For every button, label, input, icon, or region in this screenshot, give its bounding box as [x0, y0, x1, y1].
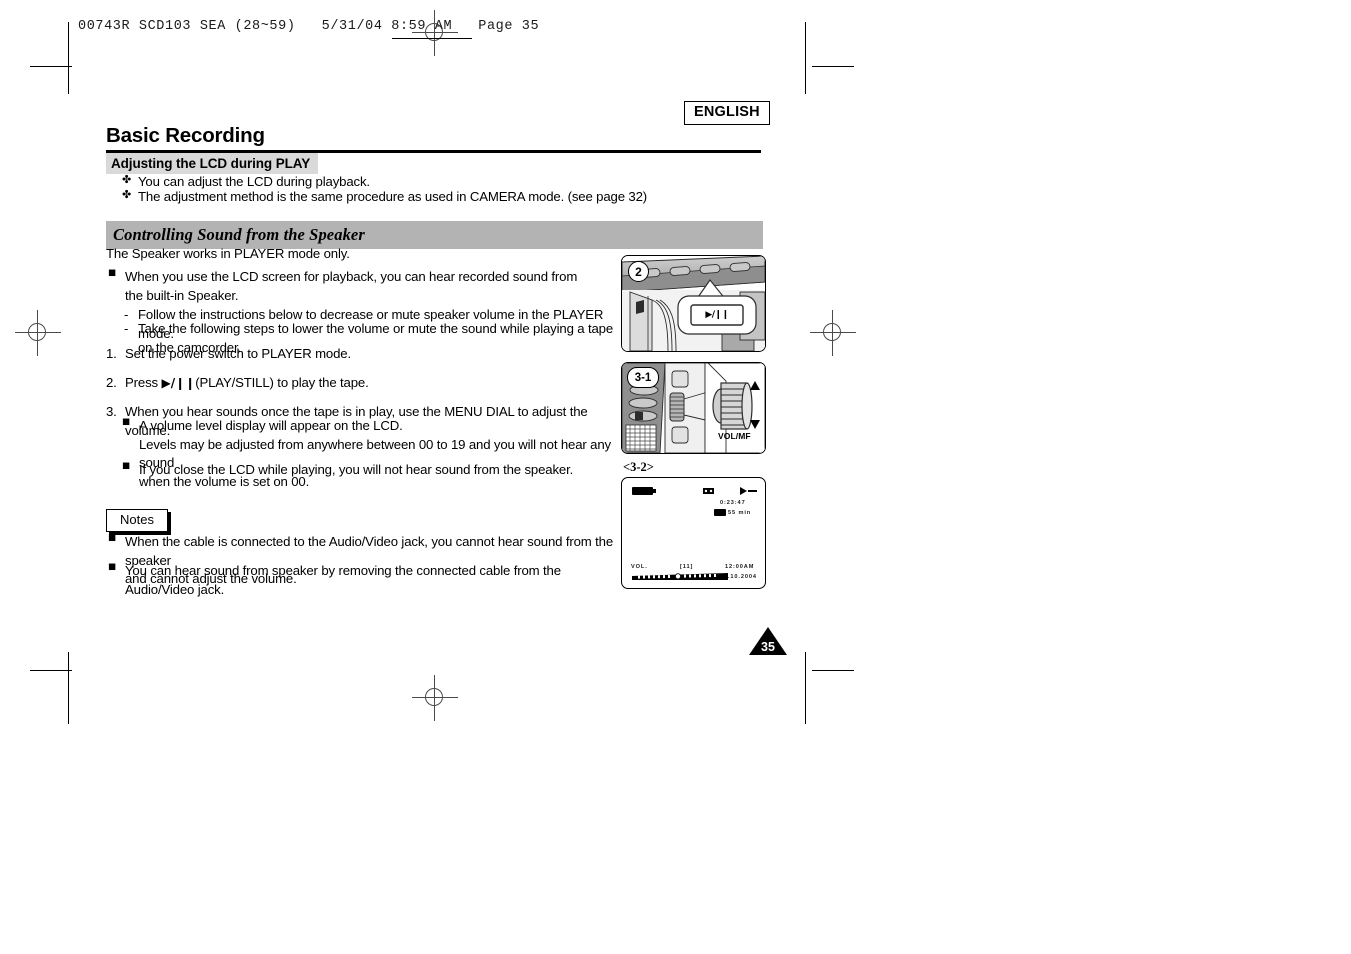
- figure-play-still: ▶/❙❙ 2: [621, 255, 766, 352]
- crop-mark-top-left-vertical: [68, 22, 69, 94]
- square-bullet-icon: ■: [108, 562, 117, 572]
- play-indicator-icon: [740, 487, 757, 495]
- slug-underline: [392, 38, 472, 39]
- page-number: 35: [761, 640, 775, 654]
- clover-icon: ✤: [122, 188, 132, 201]
- speaker-lead-bullet: ■ When you use the LCD screen for playba…: [108, 268, 618, 305]
- step-3-sub-bullet-1: ■ A volume level display will appear on …: [122, 417, 622, 492]
- figure-badge-2: 2: [628, 261, 649, 282]
- square-bullet-icon: ■: [122, 461, 131, 471]
- step-1-number: 1.: [106, 346, 117, 361]
- notes-label-box: Notes: [106, 509, 168, 532]
- tape-icon: [703, 488, 714, 494]
- print-job-slug: 00743R SCD103 SEA (28~59) 5/31/04 8:59 A…: [78, 19, 540, 34]
- lcd-vol-level: [11]: [680, 564, 694, 570]
- step-3-sub-bullet-2: ■ If you close the LCD while playing, yo…: [122, 461, 622, 480]
- note-item-2: ■ You can hear sound from speaker by rem…: [108, 562, 618, 599]
- registration-mark-right: [810, 310, 856, 356]
- registration-mark-left: [15, 310, 61, 356]
- dial-label-vol-mf: VOL/MF: [718, 431, 751, 441]
- figure-caption-3-2: <3-2>: [623, 460, 654, 474]
- tape-remaining-icon: [714, 509, 726, 516]
- crop-mark-bottom-right-horizontal: [812, 670, 854, 671]
- crop-mark-top-right-vertical: [805, 22, 806, 94]
- figure-badge-3-1: 3-1: [627, 367, 659, 388]
- step-2-text-after: (PLAY/STILL) to play the tape.: [195, 375, 369, 390]
- square-bullet-icon: ■: [122, 417, 131, 427]
- speaker-step-1: 1. Set the power switch to PLAYER mode.: [106, 345, 606, 364]
- speaker-lead-line-2: the built-in Speaker.: [125, 287, 239, 303]
- speaker-lead-line-1: When you use the LCD screen for playback…: [125, 269, 578, 284]
- language-badge: ENGLISH: [684, 101, 770, 125]
- note-item-2-line-1: You can hear sound from speaker by remov…: [125, 563, 561, 597]
- crop-mark-bottom-left-horizontal: [30, 670, 72, 671]
- lcd-bullet-2: ✤ The adjustment method is the same proc…: [122, 188, 662, 207]
- lcd-vol-label: VOL.: [631, 564, 648, 570]
- volume-level-bar: [632, 573, 728, 580]
- speaker-intro-text: The Speaker works in PLAYER mode only.: [106, 246, 350, 261]
- page-title: Basic Recording: [106, 124, 265, 147]
- registration-mark-bottom: [412, 675, 458, 721]
- speaker-sub-item-2-text: Take the following steps to lower the vo…: [138, 321, 614, 336]
- step-3-sub-bullet-1-text: A volume level display will appear on th…: [139, 418, 403, 433]
- lcd-tape-remaining: 55 min: [728, 510, 752, 516]
- lcd-timecode: 0:23:47: [720, 500, 746, 506]
- square-bullet-icon: ■: [108, 268, 117, 278]
- step-3-sub-bullet-2-text: If you close the LCD while playing, you …: [139, 462, 574, 477]
- step-2-number: 2.: [106, 375, 117, 390]
- step-2-text-before: Press: [125, 375, 162, 390]
- lcd-clock: 12:00AM: [725, 564, 755, 570]
- figure-lcd-display: 0:23:47 55 min VOL. [11] 12:00AM JAN.10.…: [621, 477, 766, 589]
- speaker-step-2: 2. Press ▶/❙❙(PLAY/STILL) to play the ta…: [106, 374, 606, 393]
- play-still-button-icon: ▶/❙❙: [705, 310, 729, 320]
- crop-mark-top-left-horizontal: [30, 66, 72, 67]
- subsection-heading-lcd: Adjusting the LCD during PLAY: [106, 153, 319, 174]
- play-still-icon: ▶/❙❙: [161, 376, 196, 390]
- lcd-bullet-2-text: The adjustment method is the same proced…: [138, 189, 648, 204]
- battery-icon: [632, 487, 656, 495]
- crop-mark-top-right-horizontal: [812, 66, 854, 67]
- step-1-text: Set the power switch to PLAYER mode.: [125, 346, 351, 361]
- crop-mark-bottom-right-vertical: [805, 652, 806, 724]
- crop-mark-bottom-left-vertical: [68, 652, 69, 724]
- manual-page: 00743R SCD103 SEA (28~59) 5/31/04 8:59 A…: [0, 0, 1351, 954]
- figure-menu-dial: VOL/MF 3-1: [621, 362, 766, 454]
